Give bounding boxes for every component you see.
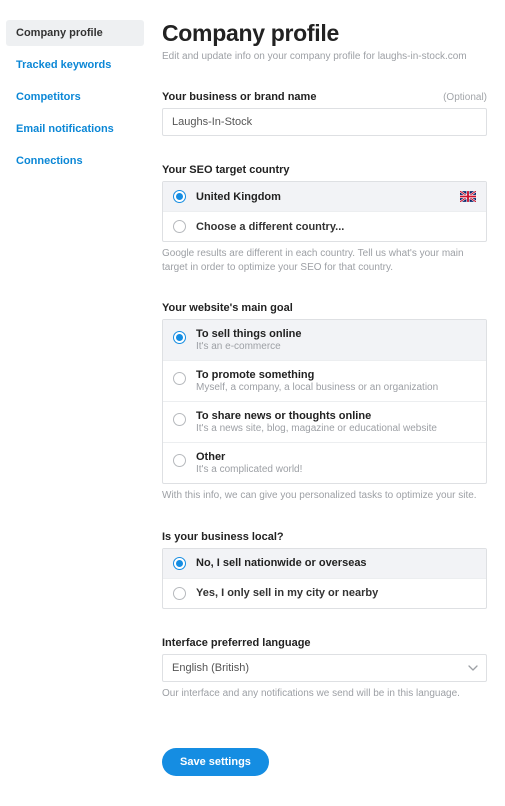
main-goal-option-sub: It's a news site, blog, magazine or educ… bbox=[196, 423, 476, 434]
local-business-option-no[interactable]: No, I sell nationwide or overseas bbox=[163, 549, 486, 578]
radio-icon bbox=[173, 454, 186, 467]
sidebar: Company profile Tracked keywords Competi… bbox=[0, 0, 150, 806]
radio-icon bbox=[173, 372, 186, 385]
main-goal-option-promote[interactable]: To promote something Myself, a company, … bbox=[163, 360, 486, 401]
main-goal-option-sub: It's an e-commerce bbox=[196, 341, 476, 352]
main-goal-label: Your website's main goal bbox=[162, 302, 293, 314]
business-name-input[interactable] bbox=[162, 108, 487, 136]
business-name-label: Your business or brand name bbox=[162, 91, 316, 103]
main-goal-option-sub: It's a complicated world! bbox=[196, 464, 476, 475]
seo-country-option-label: United Kingdom bbox=[196, 191, 454, 203]
language-helper: Our interface and any notifications we s… bbox=[162, 687, 487, 701]
flag-uk-icon bbox=[460, 191, 476, 202]
radio-icon bbox=[173, 220, 186, 233]
radio-icon bbox=[173, 413, 186, 426]
seo-country-option-choose[interactable]: Choose a different country... bbox=[163, 211, 486, 241]
language-select[interactable]: English (British) bbox=[162, 654, 487, 682]
main-goal-option-title: Other bbox=[196, 451, 476, 463]
radio-icon bbox=[173, 587, 186, 600]
main-goal-option-title: To sell things online bbox=[196, 328, 476, 340]
local-business-option-yes[interactable]: Yes, I only sell in my city or nearby bbox=[163, 578, 486, 608]
local-business-option-label: No, I sell nationwide or overseas bbox=[196, 557, 476, 569]
main-goal-option-news[interactable]: To share news or thoughts online It's a … bbox=[163, 401, 486, 442]
radio-icon bbox=[173, 331, 186, 344]
local-business-label: Is your business local? bbox=[162, 531, 284, 543]
business-name-optional: (Optional) bbox=[443, 92, 487, 103]
sidebar-item-connections[interactable]: Connections bbox=[6, 148, 144, 174]
main-goal-option-title: To promote something bbox=[196, 369, 476, 381]
seo-country-group: United Kingdom Choose a different countr… bbox=[162, 181, 487, 242]
save-button[interactable]: Save settings bbox=[162, 748, 269, 776]
main-goal-option-title: To share news or thoughts online bbox=[196, 410, 476, 422]
sidebar-item-competitors[interactable]: Competitors bbox=[6, 84, 144, 110]
page-subtitle: Edit and update info on your company pro… bbox=[162, 50, 487, 63]
seo-country-option-uk[interactable]: United Kingdom bbox=[163, 182, 486, 211]
main-goal-helper: With this info, we can give you personal… bbox=[162, 489, 487, 503]
main-goal-option-sub: Myself, a company, a local business or a… bbox=[196, 382, 476, 393]
main-goal-option-sell[interactable]: To sell things online It's an e-commerce bbox=[163, 320, 486, 360]
page-title: Company profile bbox=[162, 20, 487, 47]
local-business-group: No, I sell nationwide or overseas Yes, I… bbox=[162, 548, 487, 609]
language-label: Interface preferred language bbox=[162, 637, 311, 649]
main-goal-group: To sell things online It's an e-commerce… bbox=[162, 319, 487, 484]
main-goal-option-other[interactable]: Other It's a complicated world! bbox=[163, 442, 486, 483]
radio-icon bbox=[173, 190, 186, 203]
seo-country-option-label: Choose a different country... bbox=[196, 221, 476, 233]
seo-country-helper: Google results are different in each cou… bbox=[162, 247, 487, 274]
sidebar-item-company-profile[interactable]: Company profile bbox=[6, 20, 144, 46]
radio-icon bbox=[173, 557, 186, 570]
local-business-option-label: Yes, I only sell in my city or nearby bbox=[196, 587, 476, 599]
sidebar-item-email-notifications[interactable]: Email notifications bbox=[6, 116, 144, 142]
seo-country-label: Your SEO target country bbox=[162, 164, 290, 176]
sidebar-item-tracked-keywords[interactable]: Tracked keywords bbox=[6, 52, 144, 78]
